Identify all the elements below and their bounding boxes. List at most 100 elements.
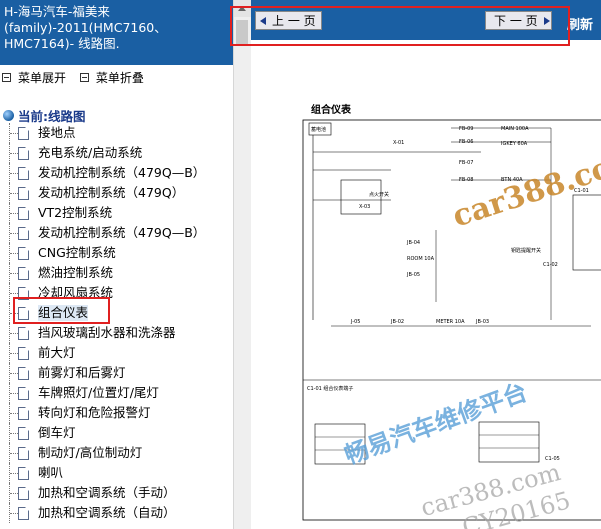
wiring-diagram: 组合仪表 蓄电池 点火开关 X-01 X-03 FB-09 FB-06 FB-0… (302, 103, 601, 521)
globe-icon (3, 110, 14, 121)
document-icon (18, 507, 29, 520)
tree-branch-line (10, 233, 18, 234)
tree-item-label: 车牌照灯/位置灯/尾灯 (38, 385, 159, 400)
tree-branch-line (10, 133, 18, 134)
tree-branch-line (10, 153, 18, 154)
tree-item-label: VT2控制系统 (38, 205, 113, 220)
tree-branch-line (10, 173, 18, 174)
j05-label: J-05 (350, 319, 360, 325)
jb05-label: JB-05 (406, 272, 420, 278)
tree-branch-line (10, 433, 18, 434)
document-icon (18, 227, 29, 240)
tree-item-label: 倒车灯 (38, 425, 76, 440)
tree-item-label: 前大灯 (38, 345, 76, 360)
tree-branch-line (10, 413, 18, 414)
tree-item[interactable]: 倒车灯 (0, 423, 233, 443)
x01-label: X-01 (393, 140, 404, 146)
tree-branch-line (10, 473, 18, 474)
tree-item[interactable]: 发动机控制系统（479Q—B） (0, 223, 233, 243)
tree-item-label: 加热和空调系统（自动） (38, 505, 176, 520)
sidebar-title-line-1: H-海马汽车-福美来 (4, 4, 110, 19)
tree-item[interactable]: 制动灯/高位制动灯 (0, 443, 233, 463)
sidebar-scrollbar[interactable] (233, 0, 251, 529)
document-icon (18, 407, 29, 420)
tree-item[interactable]: VT2控制系统 (0, 203, 233, 223)
document-icon (18, 327, 29, 340)
document-icon (18, 147, 29, 160)
tree-branch-line (10, 193, 18, 194)
refresh-link[interactable]: 刷新 (567, 14, 593, 33)
jb03-label: JB-03 (475, 319, 489, 325)
tree-branch-line (10, 253, 18, 254)
tree-item[interactable]: 喇叭 (0, 463, 233, 483)
document-icon (18, 447, 29, 460)
tree-branch-line (10, 273, 18, 274)
tree-branch-line (10, 513, 18, 514)
tree-item[interactable]: 充电系统/启动系统 (0, 143, 233, 163)
tree-branch-line (10, 453, 18, 454)
x03-label: X-03 (359, 204, 370, 210)
tree-item-label: 发动机控制系统（479Q—B） (38, 165, 206, 180)
menu-collapse-button[interactable]: 菜单折叠 (79, 69, 144, 86)
document-icon (18, 247, 29, 260)
document-icon (18, 127, 29, 140)
tree-item[interactable]: 转向灯和危险报警灯 (0, 403, 233, 423)
tree-item-label: 制动灯/高位制动灯 (38, 445, 143, 460)
tree-item-label: 喇叭 (38, 465, 64, 480)
jb04-label: JB-04 (406, 240, 420, 246)
jb02-label: JB-02 (390, 319, 404, 325)
tree-item[interactable]: 前雾灯和后雾灯 (0, 363, 233, 383)
tree-item[interactable]: 发动机控制系统（479Q—B） (0, 163, 233, 183)
tree-item-label: 挡风玻璃刮水器和洗涤器 (38, 325, 176, 340)
tree-item[interactable]: 挡风玻璃刮水器和洗涤器 (0, 323, 233, 343)
tree-item-label: 充电系统/启动系统 (38, 145, 143, 160)
document-icon (18, 187, 29, 200)
tree-item-label: 加热和空调系统（手动） (38, 485, 176, 500)
tree-item[interactable]: 燃油控制系统 (0, 263, 233, 283)
content-panel: 上 一 页 下 一 页 刷新 组合仪表 蓄电池 点火开关 X-01 X-03 F… (251, 0, 601, 529)
fuse-fb09-label: FB-09 (459, 126, 473, 132)
tree-branch-line (10, 353, 18, 354)
document-icon (18, 267, 29, 280)
c102-label: C1-02 (543, 262, 558, 268)
menu-expand-button[interactable]: 菜单展开 (2, 69, 66, 86)
document-icon (18, 387, 29, 400)
tree-item-label: 接地点 (38, 125, 76, 140)
tree-item-label: 燃油控制系统 (38, 265, 114, 280)
tree-item[interactable]: 前大灯 (0, 343, 233, 363)
tree-item[interactable]: 发动机控制系统（479Q） (0, 183, 233, 203)
menu-collapse-label: 菜单折叠 (95, 71, 144, 85)
tree-item-label: 前雾灯和后雾灯 (38, 365, 126, 380)
sidebar-title-line-2: (family)-2011(HMC7160、 (4, 20, 167, 35)
nav-highlight-box (230, 6, 570, 46)
tree-branch-line (10, 333, 18, 334)
tree-item-label: 发动机控制系统（479Q—B） (38, 225, 206, 240)
key-reminder-label: 钥匙提醒开关 (511, 247, 541, 254)
document-icon (18, 467, 29, 480)
diagram-title: 组合仪表 (311, 103, 352, 116)
document-icon (18, 167, 29, 180)
document-icon (18, 207, 29, 220)
menu-controls: 菜单展开 菜单折叠 (2, 69, 154, 86)
tree-item[interactable]: 车牌照灯/位置灯/尾灯 (0, 383, 233, 403)
tree-branch-line (10, 293, 18, 294)
selection-highlight-box (13, 297, 110, 324)
tree-item[interactable]: 加热和空调系统（手动） (0, 483, 233, 503)
room-fuse-label: ROOM 10A (407, 256, 435, 262)
main-fuse-label: MAIN 100A (501, 126, 529, 132)
combination-meter-box (572, 194, 601, 271)
tree-branch-line (10, 213, 18, 214)
tree-item[interactable]: 加热和空调系统（自动） (0, 503, 233, 523)
document-icon (18, 427, 29, 440)
collapse-icon (79, 73, 89, 82)
sidebar-title-line-3: HMC7164)- 线路图. (4, 36, 120, 51)
tree-item[interactable]: 接地点 (0, 123, 233, 143)
sidebar-title: H-海马汽车-福美来 (family)-2011(HMC7160、 HMC716… (0, 0, 233, 65)
expand-icon (2, 73, 11, 82)
document-icon (18, 347, 29, 360)
sidebar-panel: H-海马汽车-福美来 (family)-2011(HMC7160、 HMC716… (0, 0, 233, 529)
tree-item[interactable]: CNG控制系统 (0, 243, 233, 263)
menu-expand-label: 菜单展开 (18, 71, 67, 85)
ignition-switch-label: 点火开关 (369, 191, 389, 198)
tree-item-label: 转向灯和危险报警灯 (38, 405, 151, 420)
